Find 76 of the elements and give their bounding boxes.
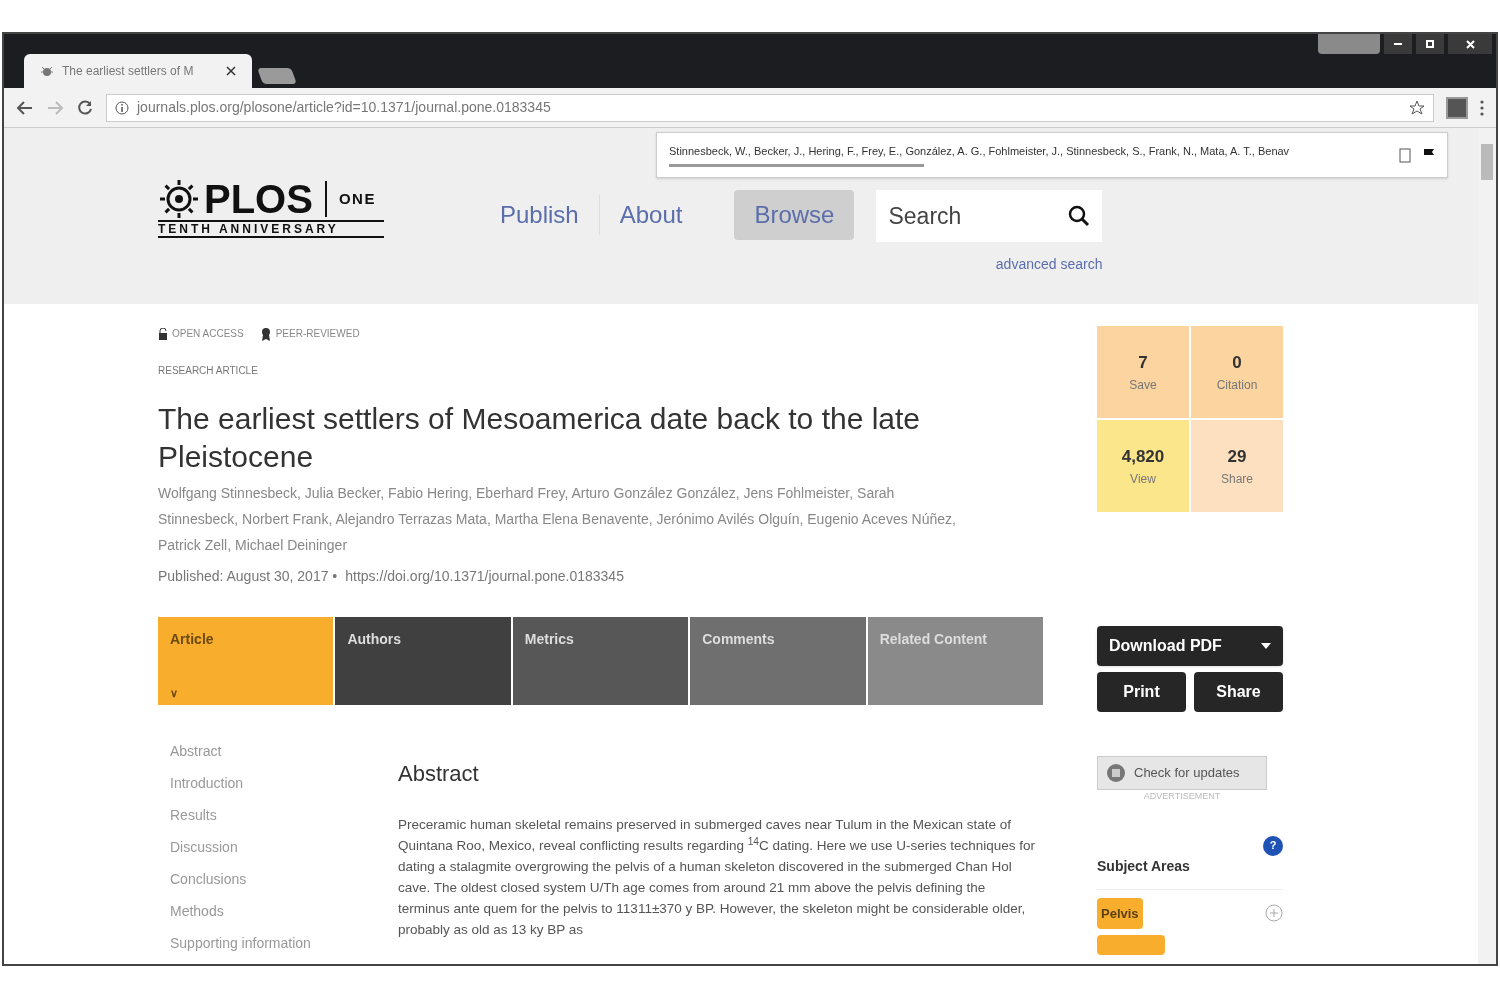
metric-tile[interactable]: 4,820 View [1097,420,1189,512]
search-field[interactable]: Search [876,190,1103,242]
metric-value: 29 [1227,446,1247,469]
check-updates-button[interactable]: Check for updates [1097,756,1267,790]
close-window-button[interactable] [1448,34,1492,54]
article-tab[interactable]: Article ∨ [158,617,334,705]
caret-icon [1261,643,1271,649]
scrollbar[interactable] [1478,128,1496,964]
logo-tagline: TENTH ANNIVERSARY [158,220,384,238]
toc-link[interactable]: Conclusions [170,869,398,889]
lock-icon [158,327,168,340]
nav-link[interactable]: Publish [480,190,599,240]
download-pdf-button[interactable]: Download PDF [1097,626,1283,666]
toc-link[interactable]: Introduction [170,773,398,793]
nav-link[interactable]: About [599,190,703,240]
subject-tag[interactable]: Pelvis [1097,897,1143,929]
toc-link[interactable]: Methods [170,901,398,921]
menu-icon[interactable] [1480,99,1484,116]
sun-icon [158,178,200,220]
metric-label: View [1130,470,1156,488]
badge-label: OPEN ACCESS [172,327,244,341]
minimize-button[interactable] [1384,34,1412,54]
article-tab[interactable]: Related Content [867,617,1044,705]
tab-title: The earliest settlers of M [62,63,194,80]
toc-link[interactable]: Results [170,805,398,825]
article-type: RESEARCH ARTICLE [158,364,259,378]
logo-text: PLOS [204,179,313,219]
abstract-text: Preceramic human skeletal remains preserved in submerged caves near Tulum in the Mexican state of Quintana Roo, Mexico, reveal conflicting results regarding $^{14}$C dating. Here we use U-series techniques for dating a stalagmite overgrowing the pelvis of a human skeleton discovered in the submerged Chan Hol cave. The oldest closed system U/Th age comes from around 21 mm above the pelvis defining the terminus ante quem for the pelvis to 11311±370 y BP. However, the skeleton might be considerable older, probably as old as 13 ky BP as [398,816,1037,939]
maximize-button[interactable] [1416,34,1444,54]
clipboard-icon[interactable] [1399,147,1411,163]
metric-label: Citation [1216,376,1258,394]
metric-value: 7 [1138,352,1148,375]
toc-link[interactable]: Discussion [170,837,398,857]
info-icon [115,100,129,115]
update-icon [1106,763,1126,783]
section-heading: Abstract [398,760,480,788]
badge-label: PEER-REVIEWED [275,327,360,341]
close-icon [1465,39,1475,49]
back-icon[interactable] [16,99,34,116]
metric-label: Share [1221,470,1253,488]
published-date: Published: August 30, 2017 • [158,567,338,586]
reload-icon[interactable] [76,98,94,117]
metric-tile[interactable]: 0 Citation [1191,326,1283,418]
browser-tab[interactable]: The earliest settlers of M [24,54,252,88]
metric-tile[interactable]: 29 Share [1191,420,1283,512]
logo-journal: ONE [338,188,376,209]
toc-link[interactable]: Abstract [170,741,398,761]
url-text: journals.plos.org/plosone/article?id=10.1371/journal.pone.0183345 [137,98,551,117]
advanced-search-link[interactable]: advanced search [995,254,1103,275]
metric-tile[interactable]: 7 Save [1097,326,1189,418]
toc-link[interactable]: Supporting information [170,933,398,953]
new-tab-button[interactable] [257,68,297,84]
metric-label: Save [1129,376,1157,394]
extension-icon[interactable] [1446,96,1468,119]
subject-areas-heading: Subject Areas [1097,855,1283,890]
share-button[interactable]: Share [1194,672,1283,712]
info-badge[interactable]: ? [1263,835,1283,856]
author-list: Wolfgang Stinnesbeck, Julia Becker, Fabio Hering, Eberhard Frey, Arturo González González, Jens Fohlmeister, Sarah Stinnesbeck, Norbert Frank, Alejandro Terrazas Mata, Martha Elena Benavente, Jerónimo Avilés Olguín, Eugenio Aceves Núñez, Patrick Zell, Michael Deininger [158,480,958,558]
badge-icon [259,326,272,341]
doi-link[interactable]: https://doi.org/10.1371/journal.pone.0183345 [345,566,624,587]
address-bar[interactable]: journals.plos.org/plosone/article?id=10.1371/journal.pone.0183345 [106,93,1434,122]
search-icon[interactable] [1068,205,1091,227]
plos-logo[interactable]: PLOS ONE TENTH ANNIVERSARY [158,178,384,304]
advertisement-label: ADVERTISEMENT [1142,790,1222,803]
article-tab[interactable]: Authors [335,617,511,705]
article-tab[interactable]: Comments [690,617,866,705]
metric-value: 4,820 [1121,446,1165,469]
star-icon[interactable] [1409,99,1425,116]
print-button[interactable]: Print [1097,672,1186,712]
article-tab[interactable]: Metrics [512,617,689,705]
close-icon[interactable] [226,66,236,76]
bug-icon [40,64,54,78]
metric-value: 0 [1232,352,1242,375]
citation-text: Stinnesbeck, W., Becker, J., Hering, F., Frey, E., González, A. G., Fohlmeister, J., Stinnesbeck, S., Frank, N., Mata, A. T., Benav [669,144,1291,160]
article-title: The earliest settlers of Mesoamerica date back to the late Pleistocene [158,401,922,475]
nav-link[interactable]: Browse [734,190,855,240]
